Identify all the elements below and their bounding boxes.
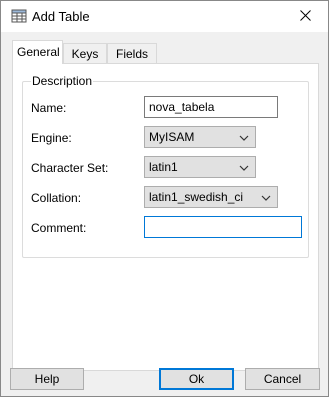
description-group: Description Name: nova_tabela Engine: My… (22, 74, 309, 258)
charset-value: latin1 (149, 160, 178, 174)
add-table-dialog: Add Table General Keys Fields Descriptio… (0, 0, 329, 397)
tab-fields[interactable]: Fields (107, 43, 157, 63)
tab-label: Fields (115, 47, 148, 61)
name-field[interactable]: nova_tabela (144, 96, 278, 118)
cancel-button[interactable]: Cancel (245, 368, 320, 390)
charset-label: Character Set: (31, 161, 109, 175)
tab-label: Keys (71, 47, 99, 61)
collation-select[interactable]: latin1_swedish_ci (144, 186, 278, 208)
chevron-down-icon (239, 162, 249, 172)
help-button[interactable]: Help (10, 368, 84, 390)
ok-button[interactable]: Ok (159, 368, 234, 390)
table-icon (11, 8, 27, 24)
chevron-down-icon (261, 192, 271, 202)
collation-value: latin1_swedish_ci (149, 190, 244, 204)
engine-value: MyISAM (149, 130, 195, 144)
name-label: Name: (31, 101, 67, 115)
chevron-down-icon (239, 132, 249, 142)
tab-label: General (17, 45, 60, 59)
close-button[interactable] (282, 1, 328, 32)
engine-label: Engine: (31, 131, 72, 145)
title-bar: Add Table (1, 1, 328, 32)
comment-field[interactable] (144, 216, 302, 238)
dialog-client-area: General Keys Fields Description Name: no… (1, 32, 328, 396)
engine-select[interactable]: MyISAM (144, 126, 256, 148)
tab-keys[interactable]: Keys (63, 43, 107, 63)
charset-select[interactable]: latin1 (144, 156, 256, 178)
close-icon (299, 9, 311, 24)
general-tab-panel: Description Name: nova_tabela Engine: My… (12, 63, 319, 371)
tab-general[interactable]: General (12, 40, 63, 64)
description-legend: Description (31, 74, 94, 88)
window-title: Add Table (32, 9, 90, 24)
collation-label: Collation: (31, 191, 82, 205)
comment-label: Comment: (31, 221, 87, 235)
